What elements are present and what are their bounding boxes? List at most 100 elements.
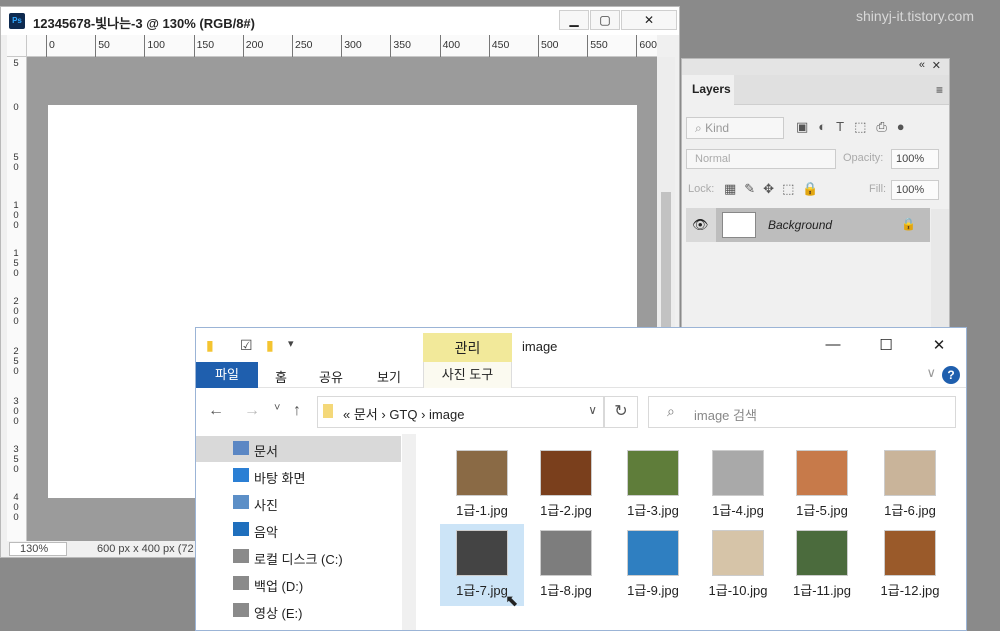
file-name: 1급-4.jpg [712,503,764,518]
folder-icon[interactable]: ▮ [206,337,214,354]
new-folder-icon[interactable]: ▮ [266,337,274,354]
search-placeholder: image 검색 [694,408,757,423]
sidebar-item[interactable]: 로컬 디스크 (C:) [196,544,401,570]
explorer-close-button[interactable]: ✕ [919,336,959,354]
layers-panel: « ✕ Layers ≡ ⌕ Kind ▣◐T⬚⎙● Normal Opacit… [681,58,950,358]
tab-share[interactable]: 공유 [319,367,343,386]
tab-home[interactable]: 홈 [275,367,287,386]
collapse-panel-icon[interactable]: « [919,59,925,71]
search-icon: ⌕ [695,121,706,135]
window-title: image [522,339,558,354]
horizontal-ruler[interactable]: 0 50 100 150 200 250 300 350 400 450 500 550 600 [27,35,657,57]
layers-panel-header[interactable]: « ✕ [682,59,949,75]
layer-row-background[interactable]: 👁 Background 🔒 [686,208,930,242]
layer-selection[interactable]: Background 🔒 [716,208,930,242]
ruler-tick-label: 300 [341,35,362,57]
sidebar-item-label: 영상 (E:) [254,606,303,621]
ruler-tick-label: 5 [13,58,19,69]
ruler-tick-label: 350 [13,444,19,475]
ruler-tick-label: 250 [13,346,19,377]
ps-close-button[interactable]: ✕ [621,10,677,30]
ruler-tick-label: 100 [144,35,165,57]
help-icon[interactable]: ? [942,366,960,384]
layers-tab-bar: Layers ≡ [682,75,949,105]
file-thumbnail [627,530,679,576]
folder-icon [323,404,333,418]
ps-minimize-button[interactable]: ▁ [559,10,589,30]
file-name: 1급-2.jpg [540,503,592,518]
file-item[interactable]: 1급-11.jpg [780,524,864,606]
ps-title-bar[interactable]: Ps 12345678-빛나는-3 @ 130% (RGB/8#) ▁ ▢ ✕ [1,7,679,35]
visibility-eye-icon[interactable]: 👁 [692,217,709,233]
sidebar-item[interactable]: 바탕 화면 [196,463,401,489]
file-item[interactable]: 1급-6.jpg [868,444,952,526]
lock-option-icons[interactable]: ▦✎✥⬚🔒 [724,181,827,197]
navigation-pane-scrollbar[interactable] [402,434,416,630]
expand-ribbon-icon[interactable]: ∨ [926,365,936,381]
sidebar-item-label: 사진 [254,498,278,513]
explorer-minimize-button[interactable]: — [813,336,853,353]
sidebar-item[interactable]: 문서 [196,436,401,462]
file-item[interactable]: 1급-10.jpg [696,524,780,606]
sidebar-item-icon [233,441,249,455]
lock-label: Lock: [688,183,715,195]
file-item[interactable]: 1급-3.jpg [611,444,695,526]
tab-view[interactable]: 보기 [377,367,401,386]
vertical-ruler[interactable]: 5 0 50 100 150 200 250 300 350 400 [7,57,27,541]
file-thumbnail [796,450,848,496]
layer-kind-filter[interactable]: ⌕ Kind [686,117,784,139]
blend-mode-select[interactable]: Normal [686,149,836,169]
search-input[interactable]: ⌕ image 검색 [648,396,956,428]
file-item[interactable]: 1급-8.jpg [524,524,608,606]
sidebar-item[interactable]: 영상 (E:) [196,598,401,624]
customize-toolbar-icon[interactable]: ▾ [288,337,294,350]
sidebar-item-label: 로컬 디스크 (C:) [254,552,343,567]
file-item[interactable]: 1급-12.jpg [868,524,952,606]
opacity-field[interactable]: 100% [891,149,939,169]
back-button[interactable]: ← [208,402,224,420]
sidebar-item[interactable]: 백업 (D:) [196,571,401,597]
forward-button[interactable]: → [244,402,260,420]
tab-file[interactable]: 파일 [196,362,258,388]
sidebar-item[interactable]: 사진 [196,490,401,516]
ruler-corner[interactable] [7,35,27,57]
file-item[interactable]: 1급-4.jpg [696,444,780,526]
file-thumbnail [712,530,764,576]
refresh-button[interactable]: ↻ [604,396,638,428]
ps-maximize-button[interactable]: ▢ [590,10,620,30]
sidebar-item[interactable]: 음악 [196,517,401,543]
ruler-tick-label: 100 [13,200,19,231]
zoom-level-field[interactable]: 130% [9,542,67,556]
recent-locations-button[interactable]: ˅ [274,402,280,414]
file-item[interactable]: 1급-9.jpg [611,524,695,606]
ribbon-tabs: 파일 홈 공유 보기 사진 도구 ∨ ? [196,362,966,388]
sidebar-item-label: 바탕 화면 [254,471,306,486]
ruler-tick-label: 50 [95,35,110,57]
tab-layers[interactable]: Layers [682,75,734,105]
fill-label: Fill: [869,183,887,195]
file-item[interactable]: 1급-1.jpg [440,444,524,526]
file-list: 1급-1.jpg 1급-2.jpg 1급-3.jpg 1급-4.jpg 1급-5.jpg… [418,434,966,630]
address-dropdown-icon[interactable]: ∨ [588,403,597,417]
sidebar-item-icon [233,603,249,617]
fill-field[interactable]: 100% [891,180,939,200]
address-path[interactable]: « 문서 › GTQ › image [343,404,464,423]
layer-filter-icons[interactable]: ▣◐T⬚⎙● [796,119,915,135]
properties-icon[interactable]: ☑ [240,337,253,354]
address-bar[interactable]: « 문서 › GTQ › image ∨ [317,396,604,428]
manage-tab[interactable]: 관리 [423,333,512,363]
document-size-info[interactable]: 600 px x 400 px (72 [97,543,194,555]
tab-photo-tools[interactable]: 사진 도구 [423,362,512,388]
sidebar-item-icon [233,576,249,590]
close-panel-icon[interactable]: ✕ [932,59,941,72]
up-button[interactable]: ↑ [293,402,301,420]
file-item[interactable]: 1급-5.jpg [780,444,864,526]
panel-menu-icon[interactable]: ≡ [936,83,943,97]
file-thumbnail [456,450,508,496]
file-thumbnail [796,530,848,576]
ruler-tick-label: 50 [13,152,19,173]
file-item[interactable]: 1급-2.jpg [524,444,608,526]
file-name: 1급-10.jpg [708,583,768,598]
layer-name: Background [768,218,833,232]
explorer-maximize-button[interactable]: ☐ [866,336,906,354]
